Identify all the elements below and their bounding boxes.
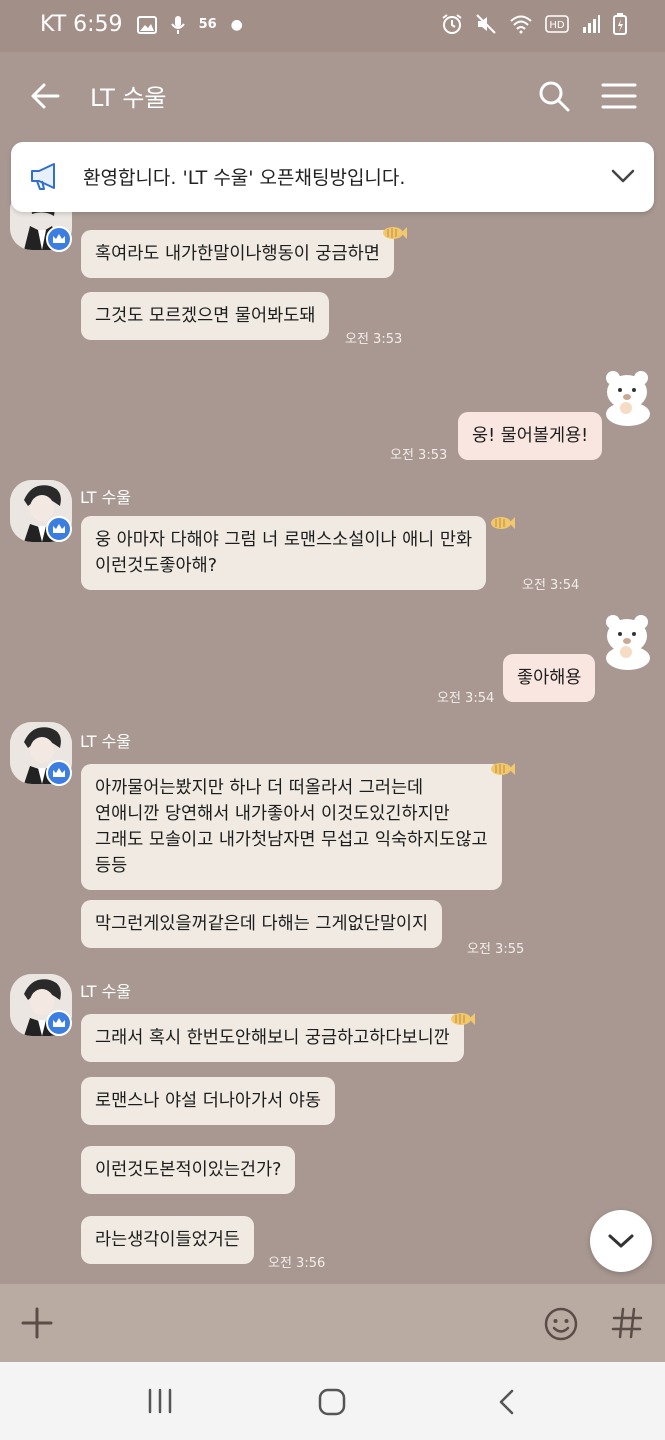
- scroll-to-bottom-button[interactable]: [590, 1210, 652, 1272]
- my-message-bubble[interactable]: 좋아해용: [503, 654, 596, 702]
- message-text: 그래서 혹시 한번도안해보니 궁금하고하다보니깐: [95, 1028, 450, 1048]
- sender-name: LT 수울: [80, 488, 132, 507]
- message-bubble[interactable]: 로맨스나 야설 더나아가서 야동: [81, 1077, 335, 1125]
- my-message-bubble[interactable]: 웅! 물어볼게용!: [458, 412, 603, 460]
- message-input-bar[interactable]: [0, 1284, 665, 1362]
- status-bar: KT 6:59 56 ● HD: [0, 0, 665, 52]
- message-time: 오전 3:54: [437, 691, 495, 706]
- crown-badge-icon: [46, 226, 72, 252]
- message-bubble[interactable]: 막그런게있을꺼같은데 다해는 그게없단말이지: [81, 900, 443, 948]
- message-time: 오전 3:53: [345, 332, 403, 347]
- message-text: 막그런게있을꺼같은데 다해는 그게없단말이지: [95, 914, 429, 934]
- recent-apps-icon[interactable]: [146, 1388, 174, 1414]
- notice-banner[interactable]: 환영합니다. 'LT 수울' 오픈채팅방입니다.: [11, 142, 654, 212]
- message-text-line: 이런것도좋아해?: [95, 556, 217, 576]
- emoji-icon[interactable]: [543, 1306, 579, 1342]
- message-text: 로맨스나 야설 더나아가서 야동: [95, 1091, 321, 1111]
- message-text-line: 연애니깐 당연해서 내가좋아서 이것도있긴하지만: [95, 804, 450, 824]
- battery-icon: [613, 13, 627, 35]
- carrier-time: KT 6:59: [40, 12, 123, 37]
- message-text-line: 등등: [95, 856, 128, 876]
- message-text-line: 그래도 모솔이고 내가첫남자면 무섭고 익숙하지도않고: [95, 830, 488, 850]
- message-time: 오전 3:53: [390, 448, 448, 463]
- message-bubble[interactable]: 그것도 모르겠으면 물어봐도돼: [81, 292, 330, 340]
- message-bubble[interactable]: 아까물어는봤지만 하나 더 떠올라서 그러는데 연애니깐 당연해서 내가좋아서 …: [81, 764, 502, 890]
- message-text-line: 아까물어는봤지만 하나 더 떠올라서 그러는데: [95, 778, 424, 798]
- network-type: 56: [198, 17, 217, 32]
- sender-name: LT 수울: [80, 982, 132, 1001]
- bear-avatar-icon: [606, 371, 650, 426]
- menu-icon[interactable]: [600, 78, 638, 114]
- notice-text: 환영합니다. 'LT 수울' 오픈채팅방입니다.: [83, 167, 406, 189]
- fish-sticker-icon: [491, 763, 515, 775]
- crown-badge-icon: [46, 516, 72, 542]
- chat-header: LT 수울: [0, 52, 665, 142]
- message-time: 오전 3:55: [467, 942, 525, 957]
- sender-name: LT 수울: [80, 732, 132, 751]
- crown-badge-icon: [46, 1010, 72, 1036]
- hashtag-icon[interactable]: [610, 1306, 644, 1340]
- plus-icon[interactable]: [20, 1306, 54, 1340]
- message-text: 그것도 모르겠으면 물어봐도돼: [95, 306, 316, 326]
- fish-sticker-icon: [491, 517, 515, 529]
- alarm-icon: [442, 14, 462, 34]
- message-text: 웅! 물어볼게용!: [472, 426, 589, 446]
- back-icon[interactable]: [496, 1388, 516, 1416]
- wifi-icon: [510, 15, 532, 34]
- system-navigation-bar: [0, 1362, 665, 1440]
- fish-sticker-icon: [451, 1013, 475, 1025]
- message-text: 라는생각이들었거든: [95, 1230, 240, 1250]
- message-text-line: 웅 아마자 다해야 그럼 너 로맨스소설이나 애니 만화: [95, 530, 473, 550]
- image-icon: [136, 15, 157, 34]
- svg-text:HD: HD: [549, 20, 565, 31]
- chat-title: LT 수울: [90, 84, 167, 112]
- signal-icon: [583, 15, 600, 33]
- crown-badge-icon: [46, 760, 72, 786]
- message-time: 오전 3:56: [268, 1256, 326, 1271]
- back-arrow-icon[interactable]: [28, 78, 64, 114]
- message-text: 이런것도본적이있는건가?: [95, 1160, 282, 1180]
- message-text: 좋아해용: [517, 668, 582, 688]
- home-icon[interactable]: [318, 1388, 346, 1416]
- message-bubble[interactable]: 그래서 혹시 한번도안해보니 궁금하고하다보니깐: [81, 1014, 464, 1062]
- mute-icon: [476, 14, 496, 34]
- bear-avatar-icon: [606, 615, 650, 670]
- message-bubble[interactable]: 이런것도본적이있는건가?: [81, 1146, 296, 1194]
- chevron-down-icon[interactable]: [610, 166, 636, 186]
- hd-icon: HD: [545, 15, 569, 33]
- chat-messages[interactable]: 혹여라도 내가한말이나행동이 궁금하면 그것도 모르겠으면 물어봐도돼 오전 3…: [0, 142, 665, 1284]
- message-bubble[interactable]: 웅 아마자 다해야 그럼 너 로맨스소설이나 애니 만화 이런것도좋아해?: [81, 516, 487, 590]
- message-bubble[interactable]: 혹여라도 내가한말이나행동이 궁금하면: [81, 230, 394, 278]
- mic-icon: [170, 15, 185, 34]
- message-text: 혹여라도 내가한말이나행동이 궁금하면: [95, 244, 380, 264]
- chevron-down-icon: [608, 1234, 634, 1248]
- search-icon[interactable]: [536, 78, 572, 114]
- message-time: 오전 3:54: [522, 578, 580, 593]
- message-bubble[interactable]: 라는생각이들었거든: [81, 1216, 254, 1264]
- fish-sticker-icon: [383, 227, 407, 239]
- dot-icon: ●: [230, 16, 243, 33]
- megaphone-icon: [31, 163, 55, 190]
